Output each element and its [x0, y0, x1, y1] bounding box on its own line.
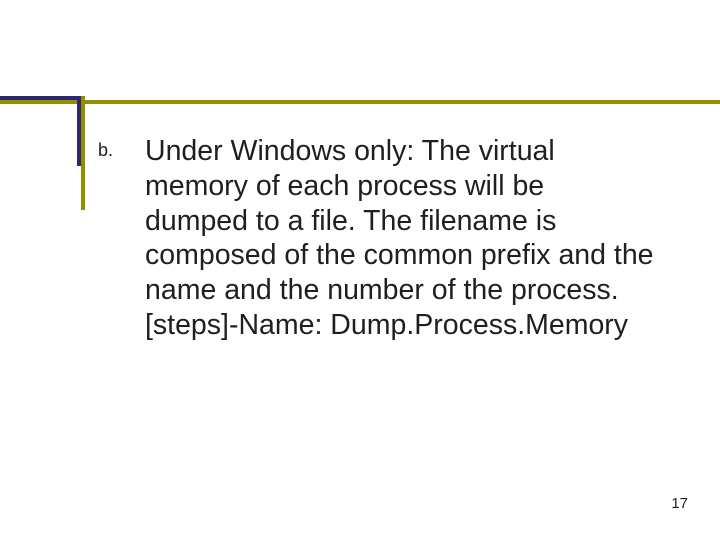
body-paragraph-1: Under Windows only: The virtual memory o…	[145, 135, 654, 306]
body-paragraph-2: [steps]-Name: Dump.Process.Memory	[145, 309, 628, 341]
slide: b. Under Windows only: The virtual memor…	[0, 0, 720, 540]
bar-olive-vertical	[81, 96, 85, 210]
page-number: 17	[671, 495, 688, 512]
list-marker: b.	[98, 140, 113, 161]
decorative-bars	[0, 96, 720, 104]
bar-olive-horizontal	[0, 100, 720, 104]
body-text: Under Windows only: The virtual memory o…	[145, 134, 655, 343]
